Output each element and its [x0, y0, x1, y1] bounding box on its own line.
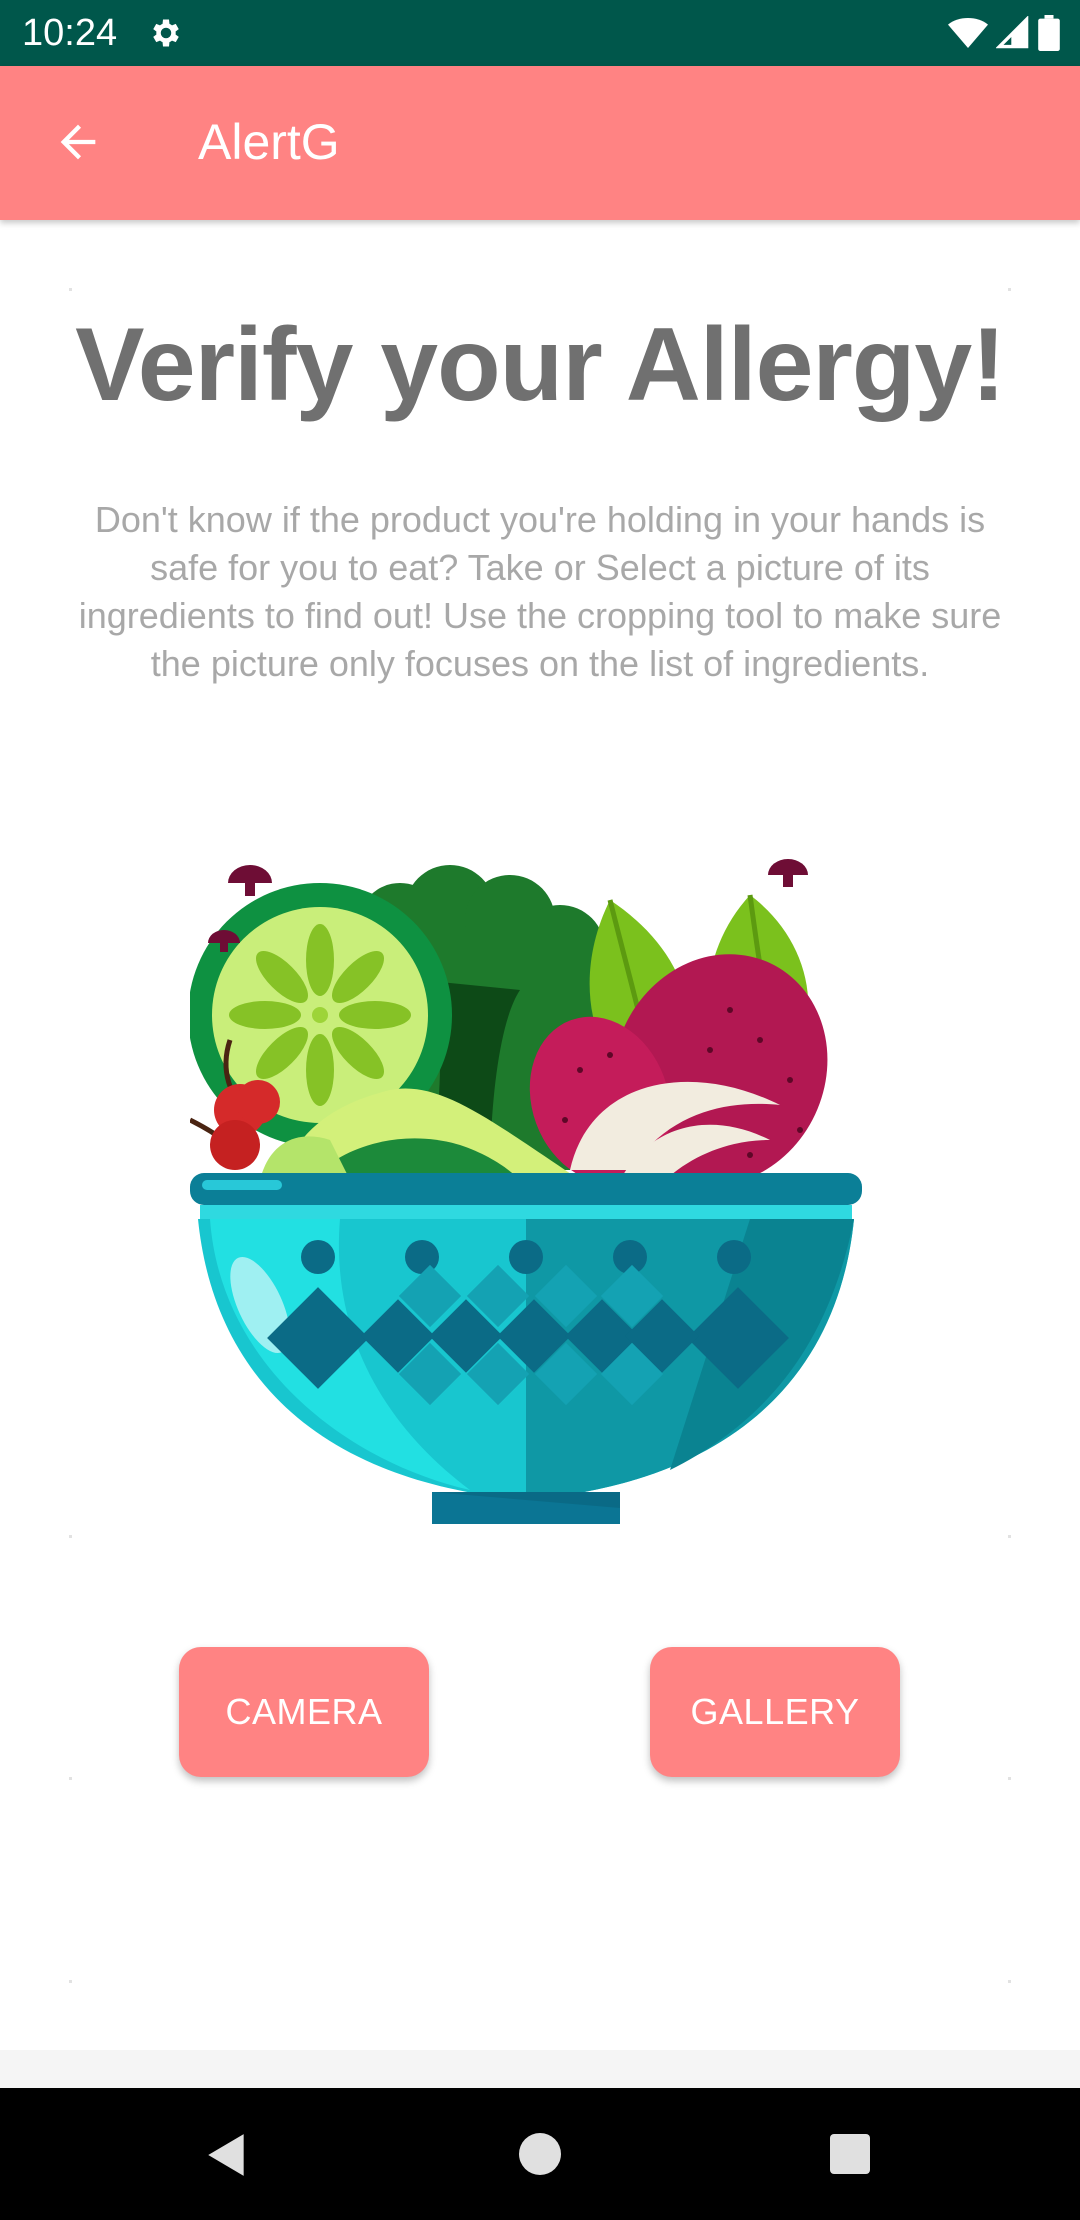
- nav-home-icon[interactable]: [519, 2133, 561, 2175]
- system-nav-bar: [0, 2088, 1080, 2220]
- app-bar: AlertG: [0, 66, 1080, 220]
- signal-icon: [996, 16, 1029, 49]
- wifi-icon: [948, 18, 988, 48]
- frame-dot: [69, 1535, 72, 1538]
- app-title: AlertG: [198, 114, 340, 170]
- frame-dot: [1008, 1980, 1011, 1983]
- page-title: Verify your Allergy!: [75, 307, 1006, 423]
- frame-dot: [1008, 288, 1011, 291]
- frame-dot: [69, 288, 72, 291]
- camera-button[interactable]: CAMERA: [179, 1647, 429, 1777]
- gallery-button[interactable]: GALLERY: [650, 1647, 900, 1777]
- frame-dot: [1008, 1535, 1011, 1538]
- content-bottom-strip: [0, 2050, 1080, 2088]
- nav-back-icon[interactable]: [202, 2130, 252, 2180]
- page-description: Don't know if the product you're holding…: [78, 499, 1002, 684]
- battery-icon: [1038, 15, 1060, 51]
- frame-dot: [1008, 1777, 1011, 1780]
- gear-icon: [153, 19, 179, 47]
- salad-bowl-illustration: [190, 859, 862, 1524]
- frame-dot: [69, 1777, 72, 1780]
- status-bar: 10:24: [0, 0, 1080, 66]
- bowl-icon: [190, 1173, 862, 1524]
- status-time: 10:24: [22, 12, 118, 54]
- arrow-back-icon[interactable]: [52, 116, 104, 168]
- status-icons: [948, 14, 1060, 52]
- frame-dot: [69, 1980, 72, 1983]
- nav-recents-icon[interactable]: [830, 2134, 870, 2174]
